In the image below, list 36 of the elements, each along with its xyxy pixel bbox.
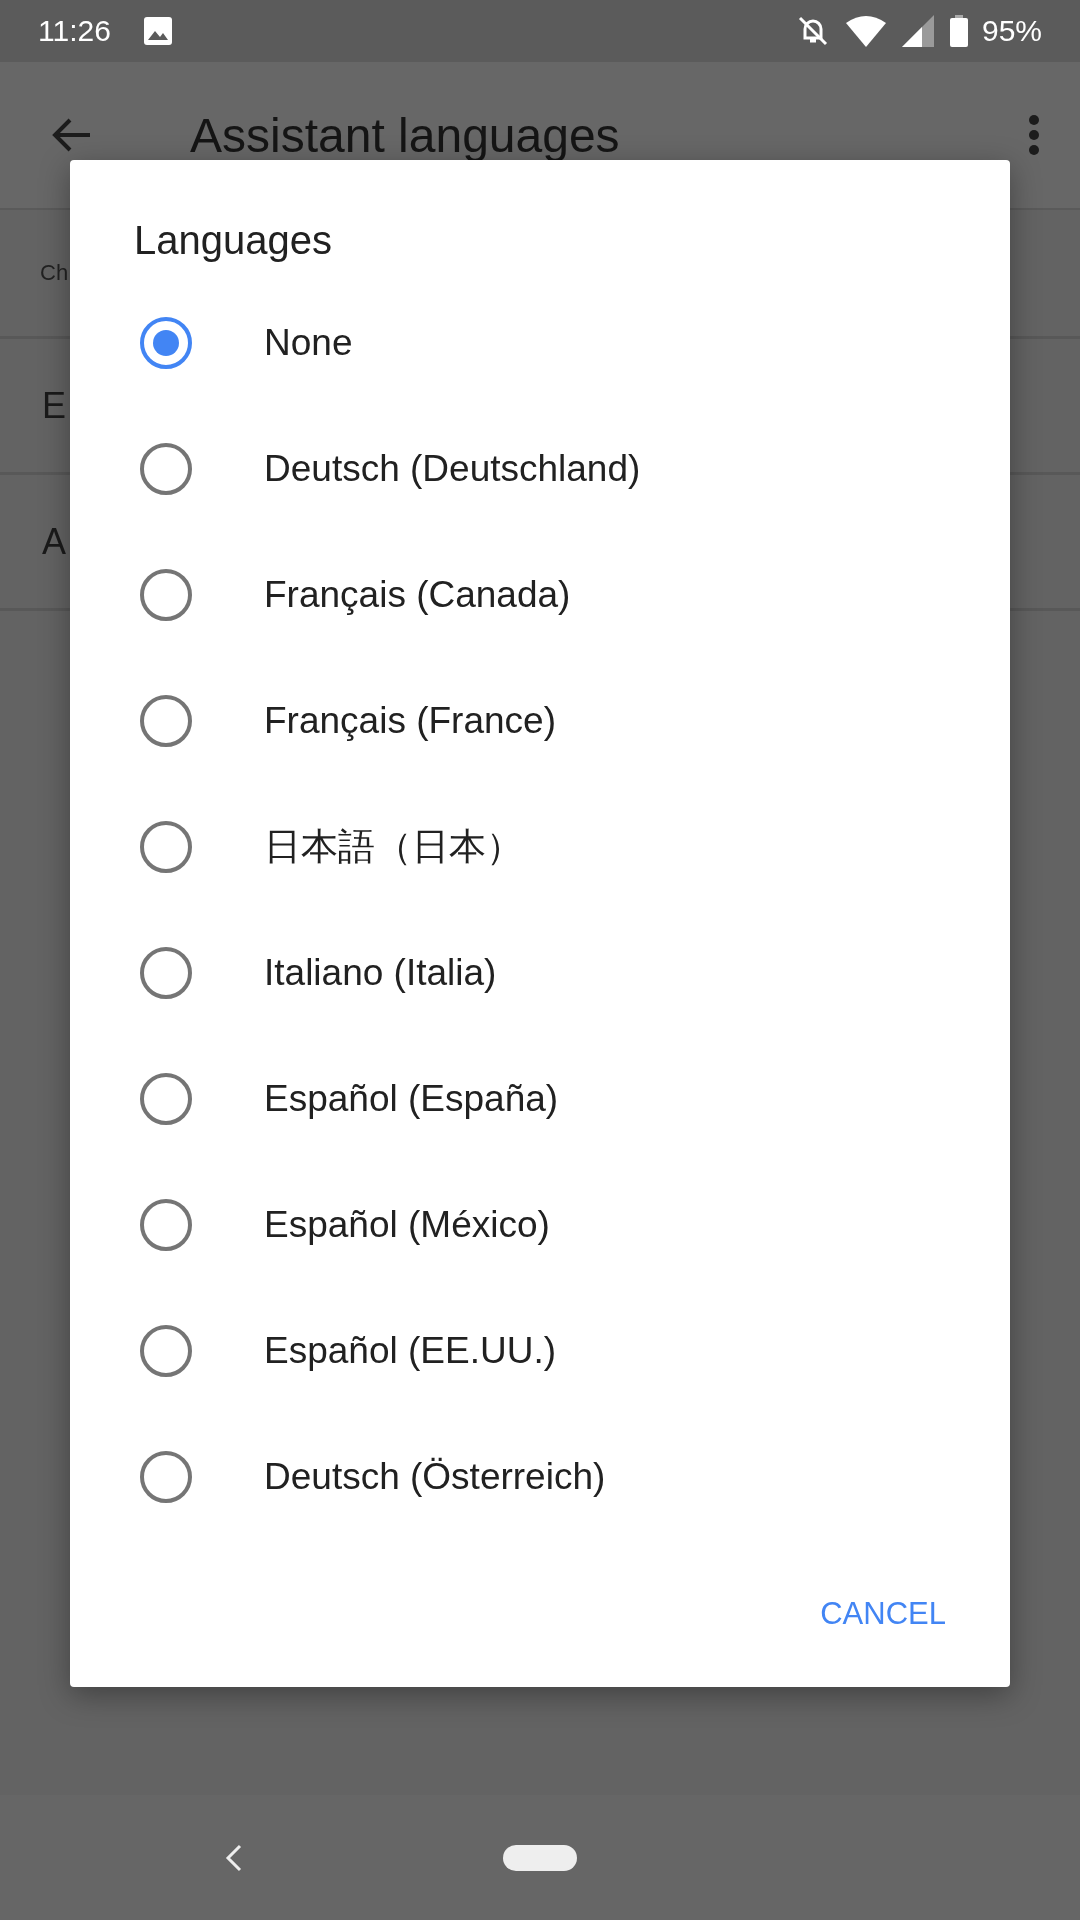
radio-button[interactable] (140, 695, 192, 747)
option-label[interactable]: Español (España) (264, 1078, 559, 1120)
option-label[interactable]: Deutsch (Österreich) (264, 1456, 606, 1498)
battery-percentage: 95% (981, 14, 1042, 48)
dialog-title: Languages (133, 217, 332, 264)
radio-button[interactable] (140, 1199, 192, 1251)
option-label[interactable]: Deutsch (Deutschland) (264, 448, 641, 490)
radio-button[interactable] (140, 821, 192, 873)
radio-button[interactable] (140, 569, 192, 621)
radio-button[interactable] (140, 443, 192, 495)
radio-button[interactable] (140, 1325, 192, 1377)
option-label[interactable]: Français (France) (264, 700, 556, 742)
more-options-icon[interactable] (1028, 115, 1040, 155)
option-label[interactable]: Español (México) (264, 1204, 550, 1246)
radio-button[interactable] (140, 317, 192, 369)
back-icon[interactable] (224, 1843, 244, 1872)
image-icon (142, 16, 173, 46)
cancel-button[interactable]: CANCEL (804, 1579, 962, 1649)
wifi-icon (845, 15, 886, 47)
option-label[interactable]: Italiano (Italia) (264, 952, 497, 994)
signal-icon (901, 15, 934, 47)
setting-label: E (42, 384, 66, 427)
option-label[interactable]: None (264, 322, 353, 364)
radio-button[interactable] (140, 1073, 192, 1125)
radio-button[interactable] (140, 1451, 192, 1503)
section-caption: Ch (40, 260, 69, 286)
home-button[interactable] (503, 1844, 577, 1871)
back-arrow-icon[interactable] (52, 118, 92, 152)
radio-button[interactable] (140, 947, 192, 999)
option-label[interactable]: Français (Canada) (264, 574, 571, 616)
option-label[interactable]: 日本語（日本） (264, 822, 523, 872)
setting-label: A (42, 520, 66, 563)
battery-icon (949, 15, 968, 47)
screen-title: Assistant languages (190, 107, 620, 163)
option-label[interactable]: Español (EE.UU.) (264, 1330, 556, 1372)
clock: 11:26 (38, 14, 111, 48)
